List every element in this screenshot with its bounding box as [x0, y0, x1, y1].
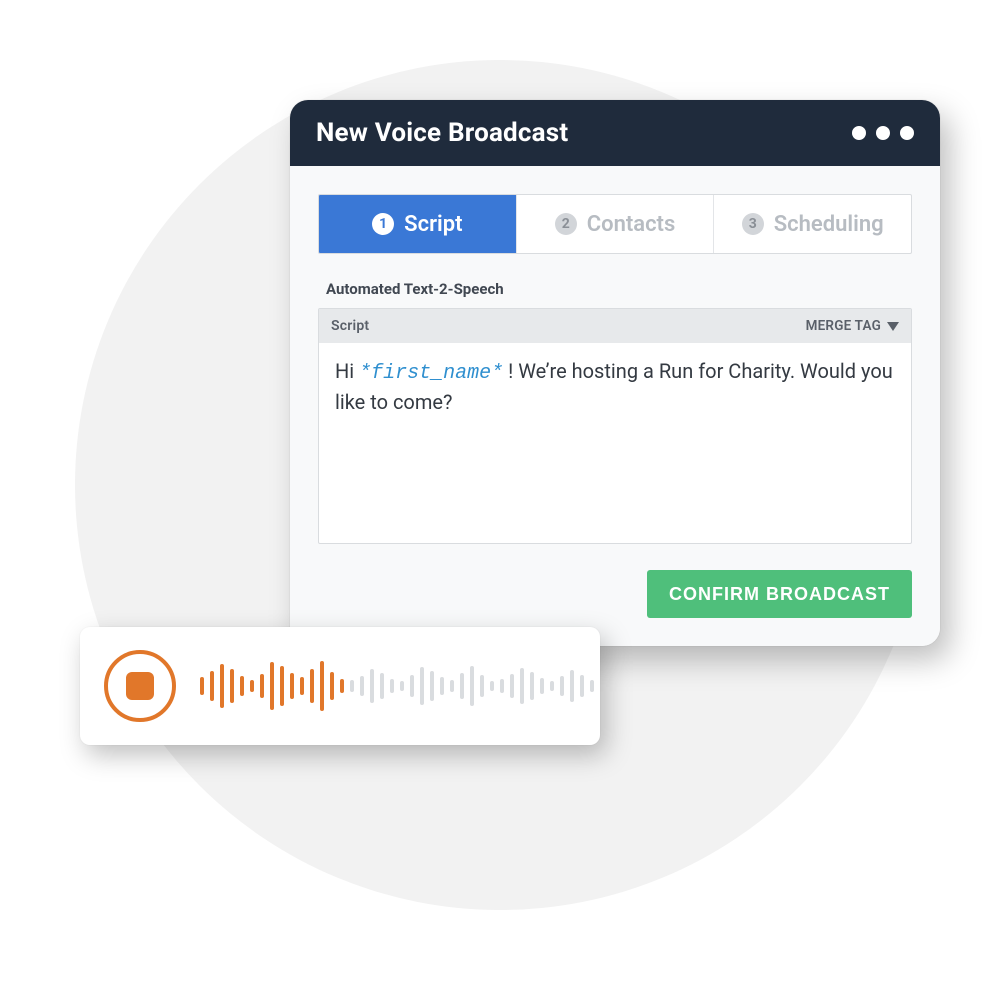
script-editor: Script MERGE TAG Hi *first_name* ! We’re…	[318, 308, 912, 544]
waveform-bar	[280, 666, 284, 706]
tab-label: Contacts	[587, 212, 676, 237]
waveform-bar	[570, 670, 574, 702]
window-body: 1 Script 2 Contacts 3 Scheduling Automat…	[290, 166, 940, 646]
window-title: New Voice Broadcast	[316, 118, 568, 148]
waveform-bar	[420, 667, 424, 705]
waveform-bar	[550, 681, 554, 691]
tab-contacts[interactable]: 2 Contacts	[517, 195, 715, 253]
waveform-bar	[460, 673, 464, 699]
tab-label: Scheduling	[774, 212, 884, 237]
waveform-bar	[350, 680, 354, 692]
waveform-bar	[580, 675, 584, 697]
waveform-bar	[540, 678, 544, 694]
waveform-bar	[450, 680, 454, 692]
step-number-badge: 3	[742, 213, 764, 235]
waveform-bar	[530, 672, 534, 700]
window-titlebar: New Voice Broadcast	[290, 100, 940, 166]
waveform-bar	[500, 679, 504, 693]
waveform-bar	[470, 666, 474, 706]
waveform-bar	[480, 675, 484, 697]
window-controls	[852, 126, 914, 140]
waveform-bar	[330, 672, 334, 700]
step-number-badge: 2	[555, 213, 577, 235]
editor-toolbar-title: Script	[331, 318, 369, 334]
waveform-bar	[260, 674, 264, 698]
confirm-broadcast-button[interactable]: CONFIRM BROADCAST	[647, 570, 912, 618]
script-textarea[interactable]: Hi *first_name* ! We’re hosting a Run fo…	[319, 343, 911, 543]
waveform-bar	[290, 673, 294, 699]
caret-down-icon	[887, 322, 899, 331]
tab-scheduling[interactable]: 3 Scheduling	[714, 195, 911, 253]
waveform-bar	[240, 676, 244, 696]
recording-card	[80, 627, 600, 745]
action-row: CONFIRM BROADCAST	[318, 570, 912, 618]
window-dot-icon[interactable]	[852, 126, 866, 140]
tab-script[interactable]: 1 Script	[319, 195, 517, 253]
waveform-bar	[490, 681, 494, 691]
waveform-bar	[380, 673, 384, 699]
waveform-bar	[270, 662, 274, 710]
waveform-bar	[370, 669, 374, 703]
waveform-bar	[200, 677, 204, 695]
waveform-bar	[510, 674, 514, 698]
editor-toolbar: Script MERGE TAG	[319, 309, 911, 343]
waveform-bar	[250, 680, 254, 692]
waveform-bar	[440, 677, 444, 695]
merge-tag-label: MERGE TAG	[806, 318, 881, 334]
waveform-bar	[220, 664, 224, 708]
window-dot-icon[interactable]	[900, 126, 914, 140]
waveform-bar	[310, 669, 314, 703]
waveform-bar	[230, 669, 234, 703]
waveform-bar	[300, 677, 304, 695]
tab-label: Script	[404, 212, 462, 237]
step-number-badge: 1	[372, 213, 394, 235]
section-label: Automated Text-2-Speech	[326, 280, 912, 298]
window-dot-icon[interactable]	[876, 126, 890, 140]
waveform-bar	[210, 671, 214, 701]
script-text: Hi	[335, 359, 359, 383]
waveform-bar	[340, 679, 344, 693]
step-tabs: 1 Script 2 Contacts 3 Scheduling	[318, 194, 912, 254]
waveform-bar	[590, 680, 594, 692]
broadcast-window: New Voice Broadcast 1 Script 2 Contacts …	[290, 100, 940, 646]
waveform-bar	[390, 679, 394, 693]
stop-record-button[interactable]	[104, 650, 176, 722]
merge-tag-dropdown[interactable]: MERGE TAG	[806, 318, 899, 334]
merge-variable: *first_name*	[359, 362, 503, 385]
waveform-bar	[360, 676, 364, 696]
waveform-bar	[430, 671, 434, 701]
waveform-bar	[410, 675, 414, 697]
waveform-bar	[320, 661, 324, 711]
waveform-bar	[560, 676, 564, 696]
waveform-bar	[520, 668, 524, 704]
waveform-bar	[400, 681, 404, 691]
stop-icon	[126, 672, 154, 700]
waveform[interactable]	[200, 651, 594, 721]
